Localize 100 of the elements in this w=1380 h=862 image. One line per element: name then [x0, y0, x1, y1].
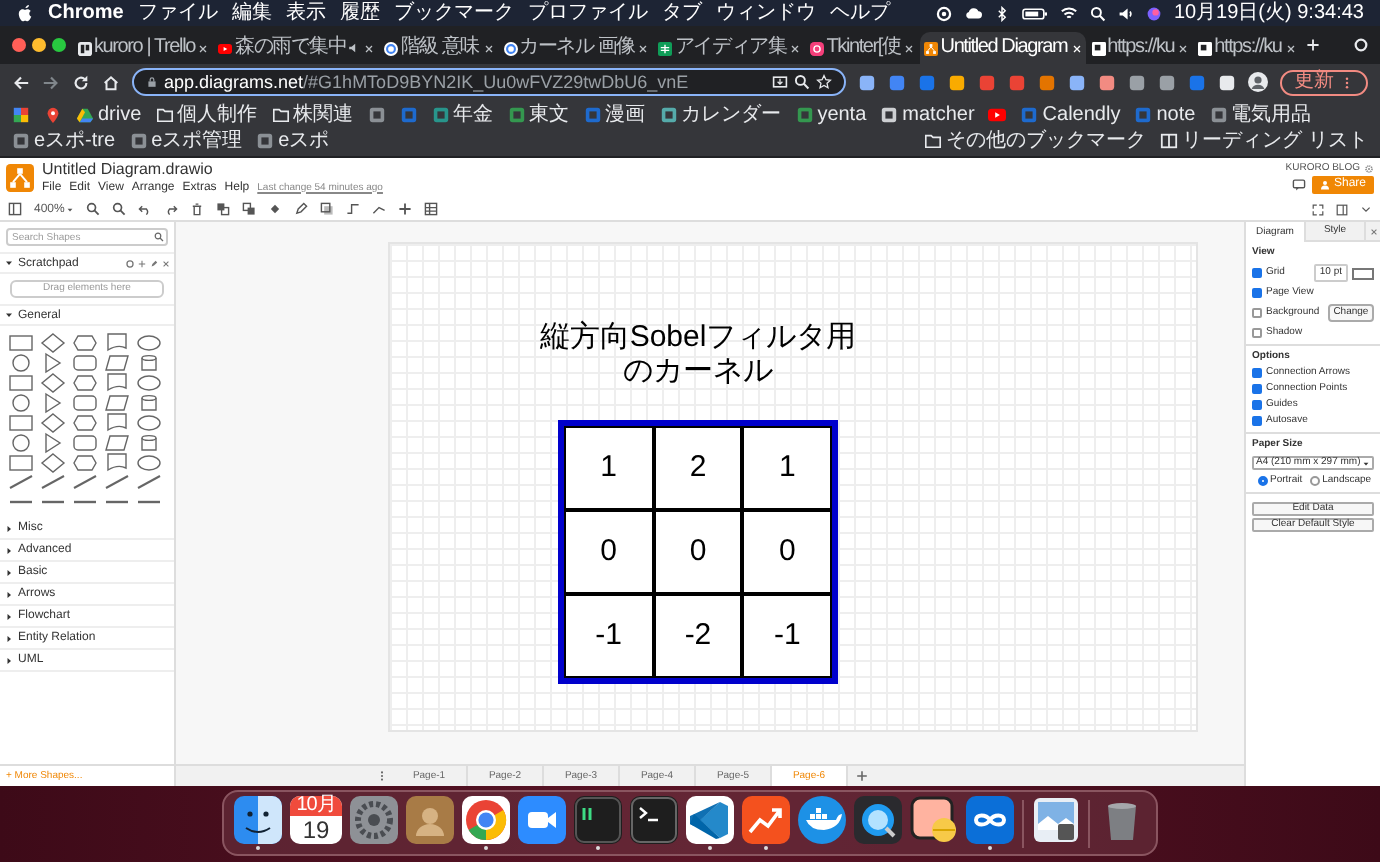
- circle-icon[interactable]: [1354, 38, 1368, 52]
- gear-icon[interactable]: [1364, 163, 1374, 173]
- tab-close-icon[interactable]: [198, 43, 209, 53]
- close-icon[interactable]: [162, 259, 170, 267]
- diagram-logo-icon[interactable]: [6, 164, 34, 192]
- menu-item[interactable]: プロファイル: [527, 3, 648, 23]
- smiling-face-app-icon[interactable]: [234, 796, 282, 844]
- video-camera-app-icon[interactable]: [518, 796, 566, 844]
- bookmark-link[interactable]: 漫画: [583, 102, 646, 128]
- checkbox[interactable]: [1252, 416, 1262, 426]
- checkbox[interactable]: [1252, 368, 1262, 378]
- tab-close-icon[interactable]: [790, 43, 801, 53]
- install-icon[interactable]: [772, 74, 788, 90]
- checkbox[interactable]: [1252, 288, 1262, 298]
- menu-item[interactable]: ファイル: [137, 3, 218, 23]
- menu-item[interactable]: 編集: [231, 3, 272, 23]
- checkbox[interactable]: [1252, 400, 1262, 410]
- tab-close-icon[interactable]: [1178, 43, 1189, 53]
- browser-tab[interactable]: Tkinter[使: [806, 32, 919, 64]
- home-icon[interactable]: [102, 73, 120, 91]
- reload-icon[interactable]: [72, 73, 90, 91]
- waypoint-icon[interactable]: [372, 202, 387, 216]
- pencil-icon[interactable]: [294, 202, 309, 216]
- bookmark-link[interactable]: matcher: [880, 102, 975, 128]
- add-page-icon[interactable]: [856, 770, 868, 782]
- terminal-app-icon[interactable]: [574, 796, 622, 844]
- bookmark-link[interactable]: 電気用品: [1209, 102, 1312, 128]
- whale-app-icon[interactable]: [798, 796, 846, 844]
- browser-tab[interactable]: アイディア集: [654, 32, 805, 64]
- add-icon[interactable]: [138, 259, 146, 267]
- to-back-icon[interactable]: [242, 202, 257, 216]
- tab-close-icon[interactable]: [483, 43, 494, 53]
- browser-tab[interactable]: https://ku: [1087, 32, 1193, 64]
- browser-tab[interactable]: 森の雨で集中: [214, 32, 379, 64]
- apple-icon[interactable]: [16, 4, 34, 22]
- bookmark-link[interactable]: 株関連: [271, 102, 354, 128]
- fullscreen-icon[interactable]: [1312, 203, 1324, 215]
- undo-icon[interactable]: [138, 202, 153, 216]
- wifi-icon[interactable]: [1059, 4, 1078, 22]
- forward-icon[interactable]: [42, 73, 60, 91]
- collapse-icon[interactable]: [1360, 203, 1372, 215]
- bookmark-link[interactable]: eスポ-tre: [12, 128, 116, 154]
- bookmark-link[interactable]: drive: [76, 102, 142, 128]
- bookmark-link[interactable]: [988, 106, 1007, 124]
- zoom-icon[interactable]: [794, 74, 810, 90]
- zoom-out-icon[interactable]: [112, 202, 127, 216]
- bookmark-link[interactable]: [44, 106, 62, 124]
- menu-item[interactable]: ブックマーク: [393, 3, 514, 23]
- zoom-window-button[interactable]: [52, 38, 66, 52]
- star-icon[interactable]: [816, 74, 832, 90]
- table-icon[interactable]: [424, 202, 439, 216]
- delete-icon[interactable]: [190, 202, 205, 216]
- page-view-icon[interactable]: [8, 202, 22, 216]
- close-icon[interactable]: [1369, 227, 1377, 235]
- connector-icon[interactable]: [346, 202, 361, 216]
- more-icon[interactable]: [1340, 75, 1354, 89]
- record-icon[interactable]: [935, 5, 952, 21]
- menu-item[interactable]: 表示: [285, 3, 326, 23]
- person-app-icon[interactable]: [406, 796, 454, 844]
- browser-tab[interactable]: 階級 意味: [380, 32, 498, 64]
- browser-tab[interactable]: Untitled Diagram: [920, 32, 1086, 64]
- angled-ribbon-app-icon[interactable]: [686, 796, 734, 844]
- file-name[interactable]: Untitled Diagram.drawio: [42, 162, 383, 178]
- volume-icon[interactable]: [1117, 5, 1134, 21]
- calendar-app-icon[interactable]: 10月 19: [290, 796, 342, 844]
- menu-item[interactable]: ウィンドウ: [715, 3, 816, 23]
- radio-button[interactable]: [1310, 476, 1321, 486]
- menu-item[interactable]: ヘルプ: [829, 3, 890, 23]
- menu-item[interactable]: 履歴: [339, 3, 380, 23]
- tab-close-icon[interactable]: [638, 43, 649, 53]
- insert-icon[interactable]: [398, 202, 413, 216]
- image-stack-icon[interactable]: [1032, 796, 1080, 844]
- bookmark-link[interactable]: [12, 106, 30, 124]
- trend-arrow-app-icon[interactable]: [742, 796, 790, 844]
- bluetooth-icon[interactable]: [993, 5, 1010, 21]
- comment-icon[interactable]: [1291, 177, 1306, 191]
- zoom-in-icon[interactable]: [86, 202, 101, 216]
- minimize-window-button[interactable]: [32, 38, 46, 52]
- checkbox[interactable]: [1252, 268, 1262, 278]
- new-tab-icon[interactable]: [1305, 38, 1320, 52]
- checkbox[interactable]: [1252, 328, 1262, 338]
- tricolor-circle-app-icon[interactable]: [462, 796, 510, 844]
- bookmark-link[interactable]: 年金: [431, 102, 494, 128]
- orb-icon[interactable]: [1145, 5, 1162, 21]
- browser-tab[interactable]: https://ku: [1194, 32, 1300, 64]
- bookmark-link[interactable]: eスポ管理: [129, 128, 243, 154]
- tab-close-icon[interactable]: [1285, 43, 1296, 53]
- tab-close-icon[interactable]: [364, 43, 375, 53]
- lens-app-icon[interactable]: [854, 796, 902, 844]
- edit-icon[interactable]: [150, 259, 158, 267]
- redo-icon[interactable]: [164, 202, 179, 216]
- browser-tab[interactable]: カーネル 画像: [499, 32, 653, 64]
- to-front-icon[interactable]: [216, 202, 231, 216]
- format-panel-icon[interactable]: [1336, 203, 1348, 215]
- search-icon[interactable]: [1089, 5, 1106, 21]
- fill-icon[interactable]: [268, 202, 283, 216]
- bookmark-link[interactable]: note: [1134, 102, 1196, 128]
- checkbox[interactable]: [1252, 308, 1262, 318]
- infinity-app-icon[interactable]: [966, 796, 1014, 844]
- radio-button[interactable]: [1258, 476, 1268, 486]
